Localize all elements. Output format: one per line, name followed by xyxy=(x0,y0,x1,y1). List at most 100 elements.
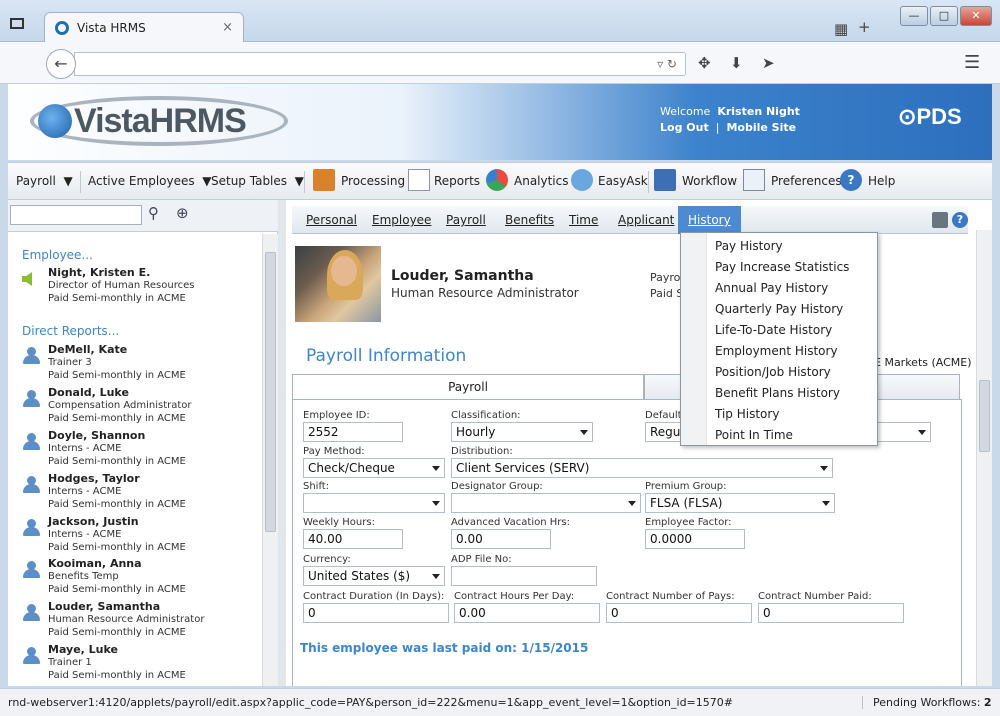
minimize-button[interactable]: — xyxy=(900,6,928,26)
menu-item-pay-history[interactable]: Pay History xyxy=(715,239,783,253)
last-paid-notice: This employee was last paid on: 1/15/201… xyxy=(300,641,588,655)
menu-processing[interactable]: Processing xyxy=(341,174,405,188)
back-button[interactable]: ← xyxy=(46,49,76,79)
pending-workflows[interactable]: Pending Workflows: 2 xyxy=(862,696,992,709)
list-item[interactable]: Jackson, Justin Interns - ACME Paid Semi… xyxy=(22,515,257,557)
designator-select[interactable] xyxy=(451,493,641,513)
pay-method-select[interactable]: Check/Cheque xyxy=(303,458,445,478)
menu-payroll[interactable]: Payroll ▼ xyxy=(16,174,73,188)
menu-reports[interactable]: Reports xyxy=(434,174,480,188)
tab-grid-icon[interactable]: ▦ xyxy=(834,20,848,38)
workflow-icon[interactable] xyxy=(654,169,676,191)
tab-personal[interactable]: Personal xyxy=(306,213,357,227)
pds-text: PDS xyxy=(916,104,961,129)
adp-field[interactable] xyxy=(451,566,597,586)
classification-select[interactable]: Hourly xyxy=(451,422,593,442)
search-icon[interactable]: ⚲ xyxy=(148,204,159,222)
help-icon[interactable]: ? xyxy=(840,169,862,191)
employee-name: Maye, Luke xyxy=(48,643,118,656)
move-icon[interactable]: ✥ xyxy=(698,54,711,72)
menu-item-pay-increase-statistics[interactable]: Pay Increase Statistics xyxy=(715,260,849,274)
print-icon[interactable] xyxy=(932,212,948,228)
menu-item-employment-history[interactable]: Employment History xyxy=(715,344,838,358)
zoom-in-icon[interactable]: ⊕ xyxy=(176,204,189,222)
tab-applicant[interactable]: Applicant xyxy=(618,213,674,227)
menu-item-position-job-history[interactable]: Position/Job History xyxy=(715,365,831,379)
menu-item-quarterly-pay-history[interactable]: Quarterly Pay History xyxy=(715,302,843,316)
list-item[interactable]: Louder, Samantha Human Resource Administ… xyxy=(22,600,257,642)
person-icon xyxy=(22,433,40,451)
employee-id-field[interactable]: 2552 xyxy=(303,422,403,442)
list-item[interactable]: Maye, Luke Trainer 1 Paid Semi-monthly i… xyxy=(22,643,257,685)
scrollbar-thumb[interactable] xyxy=(265,252,276,532)
easyask-chat-icon[interactable] xyxy=(571,169,593,191)
main-scrollbar[interactable] xyxy=(976,230,992,686)
shift-select[interactable] xyxy=(303,493,445,513)
menu-preferences[interactable]: Preferences xyxy=(771,174,842,188)
menu-help[interactable]: Help xyxy=(868,174,895,188)
default-value: Regu xyxy=(650,425,680,439)
tab-close-icon[interactable]: × xyxy=(222,20,233,35)
menu-easyask[interactable]: EasyAsk xyxy=(598,174,648,188)
list-item[interactable]: DeMell, Kate Trainer 3 Paid Semi-monthly… xyxy=(22,343,257,385)
pds-logo-icon: ⊙ xyxy=(898,104,916,129)
menu-item-tip-history[interactable]: Tip History xyxy=(715,407,779,421)
contract-pays-field[interactable]: 0 xyxy=(606,603,752,623)
tab-time[interactable]: Time xyxy=(569,213,598,227)
employee-search-input[interactable] xyxy=(10,205,142,225)
mobile-site-link[interactable]: Mobile Site xyxy=(726,121,796,134)
processing-icon[interactable] xyxy=(313,169,335,191)
premium-select[interactable]: FLSA (FLSA) xyxy=(645,493,835,513)
list-item[interactable]: Hodges, Taylor Interns - ACME Paid Semi-… xyxy=(22,472,257,514)
payroll-summary-line: Paid S xyxy=(650,286,683,302)
adv-vacation-field[interactable]: 0.00 xyxy=(451,529,551,549)
distribution-select[interactable]: Client Services (SERV) xyxy=(451,458,833,478)
close-window-button[interactable]: ✕ xyxy=(960,6,992,26)
menu-setup-tables[interactable]: Setup Tables ▼ xyxy=(211,174,304,188)
pane-splitter[interactable] xyxy=(278,200,286,686)
help-icon[interactable]: ? xyxy=(952,212,968,228)
default-label: Default xyxy=(645,410,682,421)
employee-title: Interns - ACME xyxy=(48,443,121,454)
list-item[interactable]: Donald, Luke Compensation Administrator … xyxy=(22,386,257,428)
contract-hours-field[interactable]: 0.00 xyxy=(454,603,600,623)
url-bar[interactable]: ▿ ↻ xyxy=(74,52,686,76)
new-tab-icon[interactable]: + xyxy=(858,18,871,36)
menu-item-benefit-plans-history[interactable]: Benefit Plans History xyxy=(715,386,840,400)
menu-item-life-to-date-history[interactable]: Life-To-Date History xyxy=(715,323,832,337)
menu-active-employees[interactable]: Active Employees ▼ xyxy=(88,174,212,188)
menu-workflow[interactable]: Workflow xyxy=(682,174,737,188)
contract-hours-label: Contract Hours Per Day: xyxy=(454,591,574,602)
send-icon[interactable]: ➤ xyxy=(762,54,775,72)
menu-item-point-in-time[interactable]: Point In Time xyxy=(715,428,793,442)
browser-menu-icon[interactable]: ☰ xyxy=(964,52,980,73)
tab-employee[interactable]: Employee xyxy=(372,213,431,227)
currency-select[interactable]: United States ($) xyxy=(303,566,445,586)
emp-factor-field[interactable]: 0.0000 xyxy=(645,529,745,549)
maximize-button[interactable]: □ xyxy=(930,6,958,26)
person-icon xyxy=(22,347,40,365)
self-employee-item[interactable]: Night, Kristen E. Director of Human Reso… xyxy=(22,266,257,308)
analytics-pie-icon[interactable] xyxy=(486,169,508,191)
reports-icon[interactable] xyxy=(408,169,430,191)
tab-payroll[interactable]: Payroll xyxy=(446,213,486,227)
reload-icon[interactable]: ▿ ↻ xyxy=(657,57,677,71)
scrollbar-thumb[interactable] xyxy=(979,380,990,452)
preferences-icon[interactable] xyxy=(743,169,765,191)
window-menu-icon[interactable] xyxy=(10,18,24,29)
list-item[interactable]: Doyle, Shannon Interns - ACME Paid Semi-… xyxy=(22,429,257,471)
browser-tab[interactable]: Vista HRMS × xyxy=(44,12,244,44)
contract-duration-field[interactable]: 0 xyxy=(303,603,449,623)
logout-link[interactable]: Log Out xyxy=(660,121,709,134)
welcome-block: Welcome Kristen Night Log Out | Mobile S… xyxy=(660,104,800,136)
tab-benefits[interactable]: Benefits xyxy=(505,213,554,227)
contract-paid-field[interactable]: 0 xyxy=(758,603,904,623)
form-tab-payroll[interactable]: Payroll xyxy=(292,374,644,400)
sidebar-scrollbar[interactable] xyxy=(262,234,278,686)
download-icon[interactable]: ⬇ xyxy=(730,54,743,72)
tab-history[interactable]: History xyxy=(678,206,741,234)
list-item[interactable]: Kooiman, Anna Benefits Temp Paid Semi-mo… xyxy=(22,557,257,599)
menu-item-annual-pay-history[interactable]: Annual Pay History xyxy=(715,281,828,295)
menu-analytics[interactable]: Analytics xyxy=(514,174,569,188)
weekly-hours-field[interactable]: 40.00 xyxy=(303,529,403,549)
